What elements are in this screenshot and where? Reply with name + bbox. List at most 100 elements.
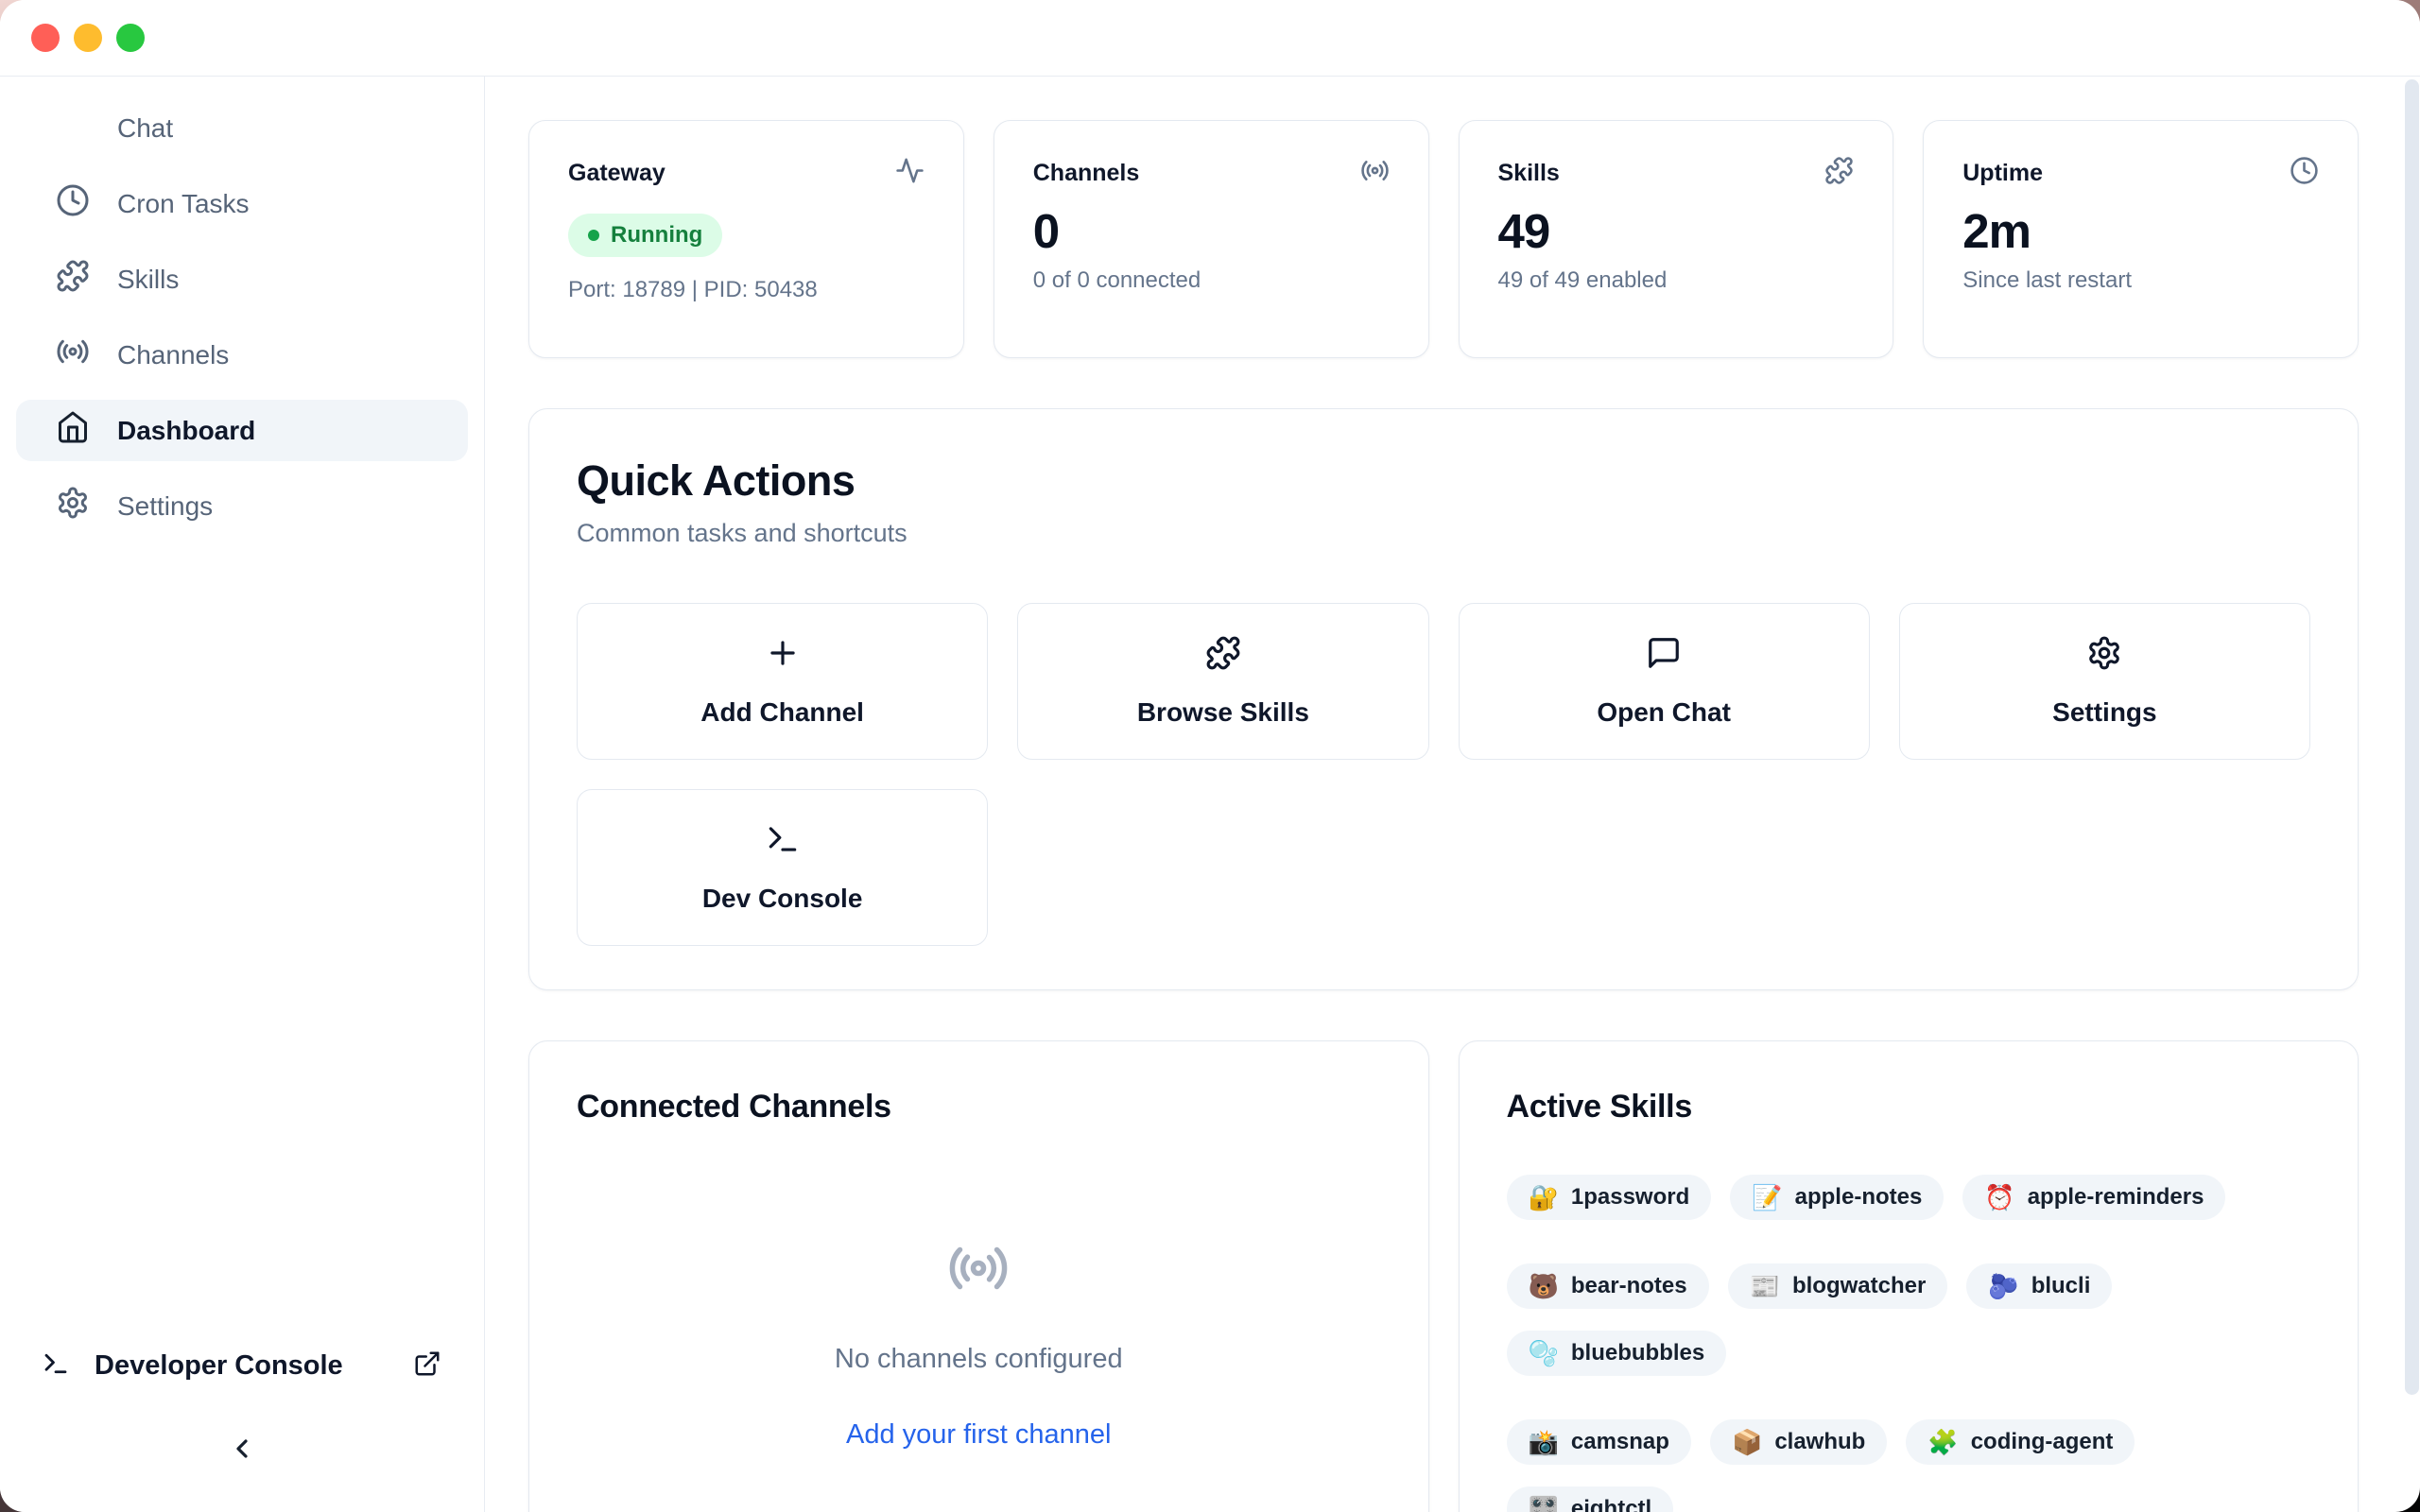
- sidebar-item-label: Chat: [117, 113, 173, 144]
- puzzle-icon: [56, 259, 90, 300]
- gateway-stat-card: Gateway Running Port: 18789 | PID: 50438: [528, 120, 964, 358]
- sidebar-item-label: Cron Tasks: [117, 189, 250, 219]
- radio-icon: [56, 335, 90, 375]
- sidebar-footer: Developer Console: [16, 1337, 468, 1484]
- settings-button[interactable]: Settings: [1899, 603, 2310, 760]
- sidebar-item-channels[interactable]: Channels: [16, 324, 468, 386]
- sidebar-item-label: Dashboard: [117, 416, 255, 446]
- sidebar-item-skills[interactable]: Skills: [16, 249, 468, 310]
- close-window-button[interactable]: [31, 24, 60, 52]
- chat-icon: [56, 108, 90, 148]
- skill-badge: 🫐blucli: [1966, 1263, 2112, 1309]
- plus-icon: [765, 635, 801, 678]
- blueberries-emoji: 🫐: [1988, 1274, 2018, 1298]
- connected-channels-title: Connected Channels: [577, 1089, 1381, 1125]
- chevron-left-icon: [227, 1434, 257, 1469]
- sidebar-item-cron-tasks[interactable]: Cron Tasks: [16, 173, 468, 234]
- sidebar-item-settings[interactable]: Settings: [16, 475, 468, 537]
- clock-icon: [56, 183, 90, 224]
- uptime-stat-card: Uptime 2m Since last restart: [1923, 120, 2359, 358]
- terminal-icon: [765, 821, 801, 864]
- gateway-status-badge: Running: [568, 214, 722, 257]
- puzzle-icon: [1824, 156, 1854, 190]
- title-bar: [0, 0, 2420, 77]
- developer-console-label: Developer Console: [95, 1350, 343, 1382]
- alarm-clock-emoji: ⏰: [1984, 1185, 2014, 1210]
- puzzle-icon: [1205, 635, 1241, 678]
- minimize-window-button[interactable]: [74, 24, 102, 52]
- memo-emoji: 📝: [1752, 1185, 1782, 1210]
- vertical-scrollbar-thumb[interactable]: [2405, 79, 2419, 1395]
- bear-emoji: 🐻: [1529, 1274, 1559, 1298]
- skill-badge: 📝apple-notes: [1730, 1175, 1944, 1220]
- channels-stat-card: Channels 0 0 of 0 connected: [994, 120, 1429, 358]
- sidebar-item-label: Channels: [117, 340, 229, 370]
- quick-actions-title: Quick Actions: [577, 456, 2310, 506]
- gateway-card-title: Gateway: [568, 160, 666, 187]
- sidebar-item-dashboard[interactable]: Dashboard: [16, 400, 468, 461]
- stats-row: Gateway Running Port: 18789 | PID: 50438…: [528, 120, 2359, 358]
- main-content: Gateway Running Port: 18789 | PID: 50438…: [485, 77, 2420, 1512]
- skill-badge: ⏰apple-reminders: [1962, 1175, 2225, 1220]
- skills-count: 49: [1498, 203, 1855, 259]
- skill-badge: 📸camsnap: [1507, 1419, 1691, 1465]
- zoom-window-button[interactable]: [116, 24, 145, 52]
- puzzle-emoji: 🧩: [1927, 1430, 1958, 1454]
- dev-console-button[interactable]: Dev Console: [577, 789, 988, 946]
- quick-actions-subtitle: Common tasks and shortcuts: [577, 519, 2310, 548]
- gear-icon: [2086, 635, 2122, 678]
- activity-icon: [895, 156, 925, 190]
- channels-detail: 0 of 0 connected: [1033, 267, 1390, 294]
- connected-channels-panel: Connected Channels No channels configure…: [528, 1040, 1429, 1512]
- developer-console-button[interactable]: Developer Console: [16, 1337, 468, 1394]
- browse-skills-button[interactable]: Browse Skills: [1017, 603, 1428, 760]
- terminal-icon: [42, 1349, 70, 1383]
- add-channel-button[interactable]: Add Channel: [577, 603, 988, 760]
- gear-icon: [56, 486, 90, 526]
- open-chat-button[interactable]: Open Chat: [1459, 603, 1870, 760]
- sidebar-item-chat[interactable]: Chat: [16, 97, 468, 159]
- skill-badge: 📦clawhub: [1710, 1419, 1887, 1465]
- uptime-detail: Since last restart: [1962, 267, 2319, 294]
- sidebar-collapse-button[interactable]: [16, 1434, 468, 1469]
- skills-stat-card: Skills 49 49 of 49 enabled: [1459, 120, 1894, 358]
- sidebar: Chat Cron Tasks Skills Channels Dashboar…: [0, 77, 485, 1512]
- gateway-port-pid: Port: 18789 | PID: 50438: [568, 277, 925, 303]
- active-skills-panel: Active Skills 🔐1password 📝apple-notes ⏰a…: [1459, 1040, 2360, 1512]
- uptime-card-title: Uptime: [1962, 160, 2043, 187]
- add-first-channel-link[interactable]: Add your first channel: [846, 1419, 1111, 1451]
- uptime-value: 2m: [1962, 203, 2319, 259]
- skill-badge: 🧩coding-agent: [1906, 1419, 2135, 1465]
- chat-icon: [1646, 635, 1682, 678]
- clock-icon: [2290, 156, 2319, 190]
- skill-badge: 📰blogwatcher: [1728, 1263, 1948, 1309]
- sidebar-item-label: Skills: [117, 265, 179, 295]
- external-link-icon: [413, 1349, 441, 1383]
- control-knobs-emoji: 🎛️: [1529, 1497, 1559, 1512]
- home-icon: [56, 410, 90, 451]
- skill-badge: 🫧bluebubbles: [1507, 1331, 1727, 1376]
- channels-card-title: Channels: [1033, 160, 1140, 187]
- skill-badge: 🐻bear-notes: [1507, 1263, 1709, 1309]
- status-dot: [588, 230, 599, 241]
- camera-flash-emoji: 📸: [1529, 1430, 1559, 1454]
- skill-badge: 🎛️eightctl: [1507, 1486, 1674, 1512]
- skills-detail: 49 of 49 enabled: [1498, 267, 1855, 294]
- radio-icon: [947, 1237, 1010, 1304]
- channels-empty-state: No channels configured Add your first ch…: [577, 1237, 1381, 1451]
- lock-emoji: 🔐: [1529, 1185, 1559, 1210]
- desktop-background: Chat Cron Tasks Skills Channels Dashboar…: [0, 0, 2420, 1512]
- bubbles-emoji: 🫧: [1529, 1341, 1559, 1366]
- sidebar-item-label: Settings: [117, 491, 213, 522]
- active-skills-title: Active Skills: [1507, 1089, 2311, 1125]
- skill-badge: 🔐1password: [1507, 1175, 1712, 1220]
- channels-count: 0: [1033, 203, 1390, 259]
- app-window: Chat Cron Tasks Skills Channels Dashboar…: [0, 0, 2420, 1512]
- quick-actions-panel: Quick Actions Common tasks and shortcuts…: [528, 408, 2359, 990]
- radio-icon: [1360, 156, 1390, 190]
- skills-badges: 🔐1password 📝apple-notes ⏰apple-reminders…: [1507, 1175, 2311, 1512]
- skills-card-title: Skills: [1498, 160, 1560, 187]
- package-emoji: 📦: [1732, 1430, 1762, 1454]
- channels-empty-message: No channels configured: [835, 1344, 1123, 1375]
- newspaper-emoji: 📰: [1750, 1274, 1780, 1298]
